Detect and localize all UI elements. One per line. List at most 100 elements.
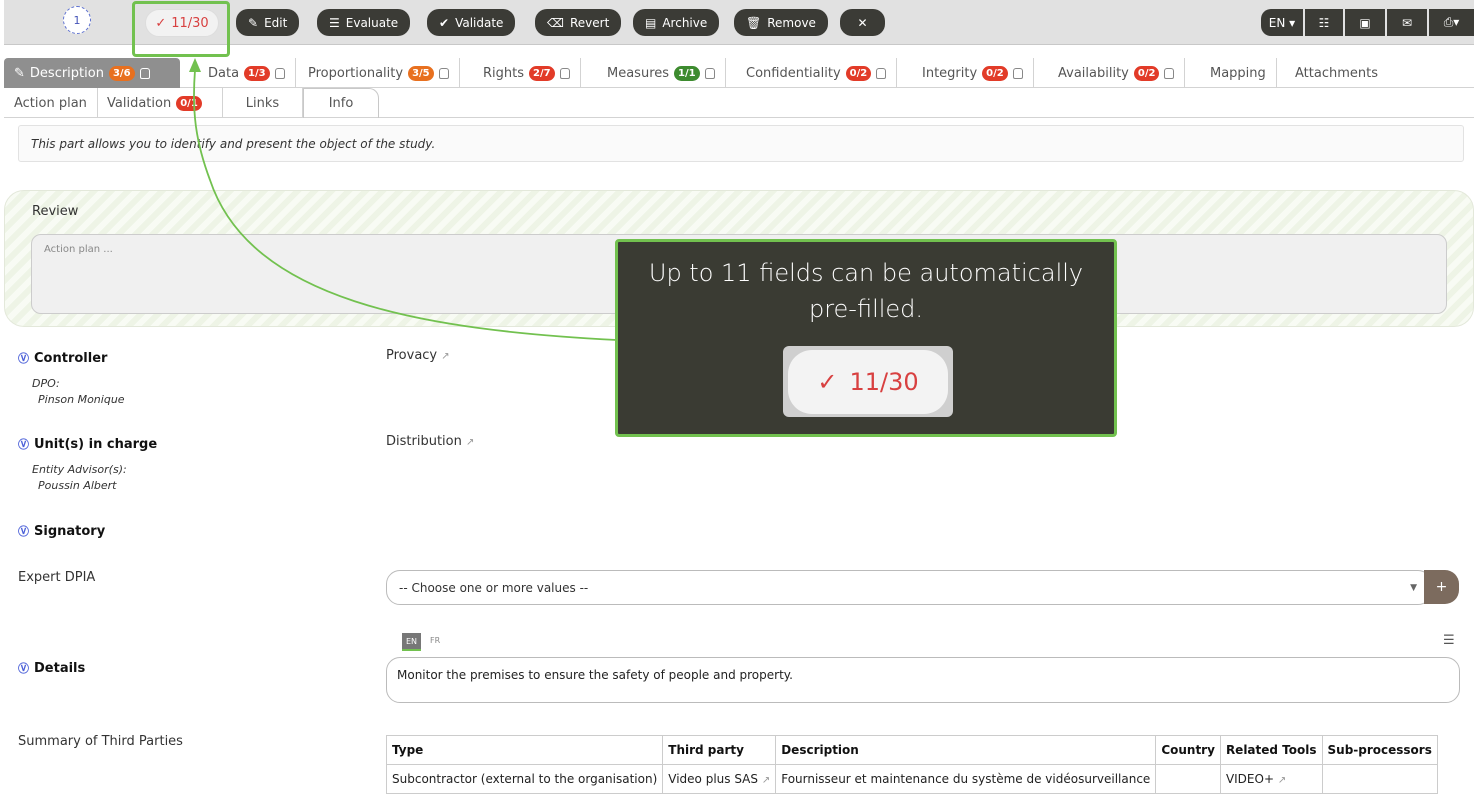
expert-label: Expert DPIA: [18, 570, 96, 585]
external-link-icon: ↗: [441, 351, 450, 362]
expert-select[interactable]: -- Choose one or more values -- ▼: [386, 570, 1432, 605]
evaluate-button[interactable]: ☰ Evaluate: [317, 9, 411, 36]
lang-en-tab[interactable]: EN: [402, 633, 421, 651]
tab-measures[interactable]: Measures 1/1: [597, 58, 726, 88]
translate-icon: ▣: [1359, 15, 1371, 30]
tab-bar-primary: ✎ Description 3/6 Data 1/3 Proportionali…: [4, 58, 1474, 88]
tab-confidentiality[interactable]: Confidentiality 0/2: [736, 58, 898, 88]
tab-badge: 3/5: [408, 65, 434, 81]
tab-action-plan[interactable]: Action plan: [4, 88, 98, 118]
translate-button[interactable]: ▣: [1345, 9, 1385, 36]
tab-data[interactable]: Data 1/3: [198, 58, 296, 88]
step-indicator: 1: [63, 6, 91, 34]
external-link-icon: ↗: [1277, 775, 1287, 786]
prefill-icon: Ⓥ: [18, 352, 29, 365]
close-icon: ✕: [857, 15, 868, 30]
archive-icon: ▤: [645, 15, 657, 30]
backspace-icon: ⌫: [547, 15, 564, 30]
chevron-down-icon: ▼: [1410, 583, 1417, 593]
plus-icon: +: [1435, 579, 1448, 595]
lock-icon: [559, 67, 570, 79]
tab-label: Availability: [1058, 65, 1129, 81]
tab-rights[interactable]: Rights 2/7: [473, 58, 581, 88]
lock-icon: [438, 67, 449, 79]
print-button[interactable]: ⎙▾: [1429, 9, 1474, 36]
highlight-frame: [132, 1, 230, 57]
tab-label: Description: [29, 65, 104, 81]
tab-mapping[interactable]: Mapping: [1200, 58, 1277, 88]
tab-badge: 2/7: [529, 65, 555, 81]
evaluate-label: Evaluate: [345, 15, 399, 30]
language-dropdown[interactable]: EN ▾: [1261, 9, 1303, 36]
column-header: Related Tools: [1219, 735, 1323, 765]
controller-value[interactable]: Provacy ↗: [386, 348, 450, 363]
remove-label: Remove: [767, 15, 816, 30]
unit-value[interactable]: Distribution ↗: [386, 434, 474, 449]
lang-fr-tab[interactable]: FR: [430, 636, 440, 645]
revert-button[interactable]: ⌫ Revert: [535, 9, 622, 36]
archive-button[interactable]: ▤ Archive: [633, 9, 720, 36]
list-view-button[interactable]: ☷: [1305, 9, 1343, 36]
envelope-icon: ✉: [1401, 15, 1413, 30]
tab-bar-secondary: Action plan Validation 0/1 Links Info: [4, 88, 1474, 118]
table-cell: Fournisseur et maintenance du système de…: [775, 764, 1157, 794]
prefill-icon: Ⓥ: [18, 662, 29, 675]
tab-badge: 0/2: [845, 65, 872, 81]
close-button[interactable]: ✕: [840, 9, 885, 36]
unit-title: Ⓥ Unit(s) in charge: [18, 436, 157, 452]
controller-title-label: Controller: [34, 350, 108, 366]
remove-button[interactable]: 🗑 Remove: [734, 9, 828, 36]
list-icon: ☷: [1318, 15, 1330, 30]
controller-role: DPO:: [32, 377, 60, 390]
pencil-icon: ✎: [248, 15, 259, 30]
archive-label: Archive: [662, 15, 708, 30]
tab-attachments[interactable]: Attachments: [1285, 58, 1388, 88]
check-circle-icon: ✔: [439, 15, 450, 30]
intro-text: This part allows you to identify and pre…: [18, 125, 1464, 162]
tab-proportionality[interactable]: Proportionality 3/5: [298, 58, 460, 88]
edit-button[interactable]: ✎ Edit: [236, 9, 300, 36]
tooltip-message: Up to 11 fields can be automatically pre…: [648, 259, 1084, 323]
details-title: Ⓥ Details: [18, 660, 85, 676]
controller-value-label: Provacy: [386, 348, 438, 363]
table-cell: Subcontractor (external to the organisat…: [385, 764, 664, 794]
third-party-name: Video plus SAS: [668, 772, 758, 786]
list-icon[interactable]: ☰: [1443, 633, 1455, 648]
table-cell-link[interactable]: VIDEO+ ↗: [1219, 764, 1323, 794]
tab-badge: 1/3: [244, 65, 270, 81]
third-parties-label: Summary of Third Parties: [18, 734, 183, 749]
tooltip-counter-label: 11/30: [849, 367, 919, 396]
lock-icon: [139, 67, 150, 79]
table-cell-link[interactable]: Video plus SAS ↗: [662, 764, 777, 794]
tab-description[interactable]: ✎ Description 3/6: [4, 58, 180, 88]
third-parties-table: Type Third party Description Country Rel…: [385, 735, 1438, 794]
pencil-icon: ✎: [14, 65, 25, 81]
tab-label: Links: [245, 95, 280, 111]
table-row: Subcontractor (external to the organisat…: [385, 764, 1438, 794]
tab-badge: 3/6: [108, 65, 135, 81]
validate-button[interactable]: ✔ Validate: [427, 9, 516, 36]
sliders-icon: ☰: [329, 15, 340, 30]
details-title-label: Details: [34, 660, 86, 676]
printer-icon: ⎙▾: [1443, 15, 1460, 29]
tab-availability[interactable]: Availability 0/2: [1048, 58, 1186, 88]
add-expert-button[interactable]: +: [1424, 570, 1459, 604]
signatory-title-label: Signatory: [34, 523, 106, 539]
lock-icon: [1164, 67, 1175, 79]
unit-value-label: Distribution: [386, 434, 462, 449]
tab-label: Confidentiality: [746, 65, 841, 81]
tab-info[interactable]: Info: [303, 88, 379, 118]
tab-integrity[interactable]: Integrity 0/2: [912, 58, 1034, 88]
tab-links[interactable]: Links: [223, 88, 303, 118]
email-button[interactable]: ✉: [1387, 9, 1427, 36]
unit-title-label: Unit(s) in charge: [34, 436, 158, 452]
tab-label: Proportionality: [308, 65, 404, 81]
tab-validation[interactable]: Validation 0/1: [97, 88, 223, 118]
tab-label: Action plan: [14, 95, 87, 111]
trash-icon: 🗑: [746, 15, 762, 30]
details-textarea[interactable]: Monitor the premises to ensure the safet…: [386, 657, 1460, 703]
tab-label: Measures: [607, 65, 670, 81]
validate-label: Validate: [455, 15, 504, 30]
table-cell: [1155, 764, 1221, 794]
lock-icon: [876, 67, 887, 79]
